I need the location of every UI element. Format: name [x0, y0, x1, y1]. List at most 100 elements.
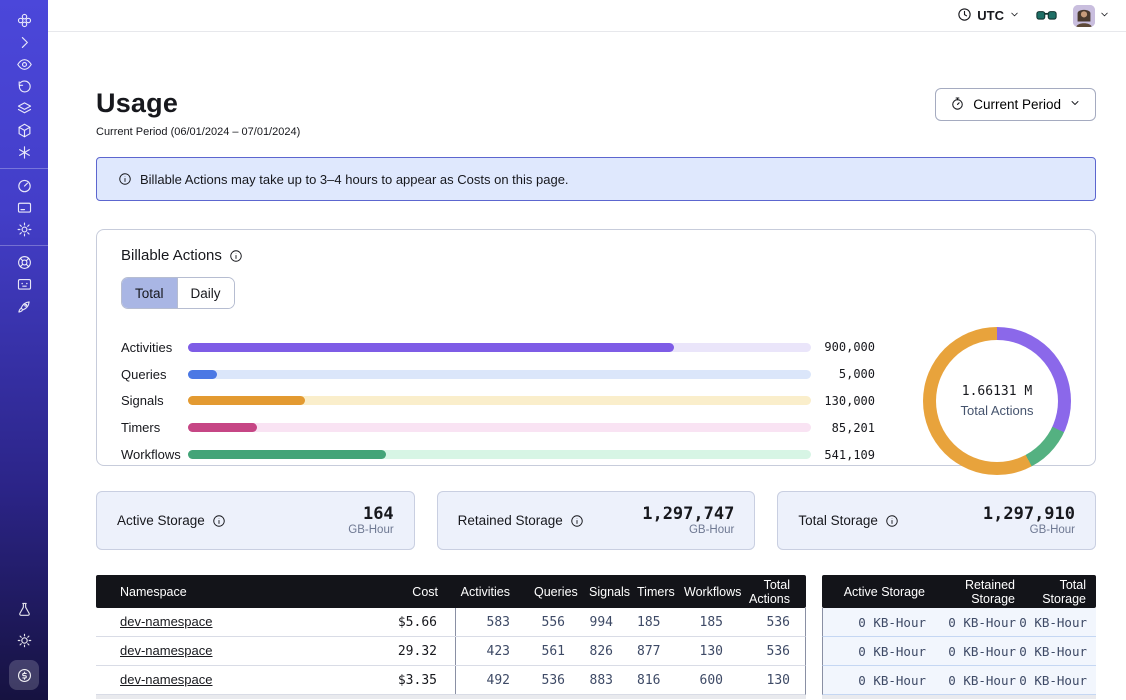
col-header-namespace: Namespace: [96, 585, 360, 599]
bar-track: [188, 343, 811, 352]
donut-center: 1.66131 M Total Actions: [936, 340, 1058, 462]
billable-actions-chart: Activities 900,000 Queries 5,000 Signals…: [121, 327, 1071, 475]
retained-storage-cell: 0 KB-Hour: [926, 644, 1016, 659]
col-header-timers: Timers: [637, 585, 684, 599]
active-storage-card: Active Storage 164 GB-Hour: [96, 491, 415, 550]
banner-text: Billable Actions may take up to 3–4 hour…: [140, 172, 569, 187]
signals-cell: 994: [589, 615, 637, 630]
namespace-link[interactable]: dev-namespace: [120, 672, 213, 687]
schedules-icon[interactable]: [7, 75, 41, 97]
workflows-cell: 600: [684, 673, 747, 688]
retained-storage-cell: 0 KB-Hour: [926, 673, 1016, 688]
bar-label: Queries: [121, 367, 188, 382]
stopwatch-icon: [950, 96, 965, 114]
storage-summary-row: Active Storage 164 GB-Hour Retained Stor…: [96, 491, 1096, 550]
feedback-monitor-icon[interactable]: [7, 273, 41, 295]
col-header-queries: Queries: [534, 585, 589, 599]
queries-cell: 556: [534, 615, 589, 630]
bar-value: 130,000: [811, 394, 875, 408]
timezone-selector[interactable]: UTC: [957, 7, 1020, 25]
sidebar-divider: [0, 245, 48, 246]
settings-gear-icon[interactable]: [7, 218, 41, 240]
deployments-cube-icon[interactable]: [7, 119, 41, 141]
col-header-total-actions: Total Actions: [747, 578, 806, 606]
storage-card-label: Total Storage: [798, 513, 878, 528]
page-subtitle: Current Period (06/01/2024 – 07/01/2024): [96, 126, 300, 138]
bar-fill: [188, 370, 217, 379]
bar-label: Activities: [121, 340, 188, 355]
getting-started-rocket-icon[interactable]: [7, 295, 41, 317]
col-header-workflows: Workflows: [684, 585, 747, 599]
col-header-total-storage: Total Storage: [1015, 578, 1096, 606]
total-actions-donut: 1.66131 M Total Actions: [923, 327, 1071, 475]
temporal-logo-icon[interactable]: [7, 9, 41, 31]
workflows-cell: 185: [684, 615, 747, 630]
period-selector-button[interactable]: Current Period: [935, 88, 1096, 121]
storage-table-header: Active Storage Retained Storage Total St…: [822, 575, 1096, 608]
namespaces-icon[interactable]: [7, 53, 41, 75]
usage-asterisk-icon[interactable]: [7, 141, 41, 163]
billing-card-icon[interactable]: [7, 196, 41, 218]
info-icon[interactable]: [570, 514, 584, 528]
billable-actions-title: Billable Actions: [121, 247, 222, 264]
bar-row-signals: Signals 130,000: [121, 388, 875, 415]
table-row: dev-namespace 29.32 423 561 826 877 130 …: [96, 637, 806, 666]
bar-label: Workflows: [121, 447, 188, 462]
bar-track: [188, 450, 811, 459]
col-header-signals: Signals: [589, 585, 637, 599]
theme-sun-icon[interactable]: [7, 629, 41, 651]
billing-coin-button[interactable]: [9, 660, 39, 690]
bar-value: 5,000: [811, 367, 875, 381]
labs-flask-icon[interactable]: [7, 598, 41, 620]
chevron-down-icon: [1099, 7, 1110, 25]
namespace-table-header: Namespace Cost Activities Queries Signal…: [96, 575, 806, 608]
expand-sidebar-icon[interactable]: [7, 31, 41, 53]
storage-card-value: 164: [348, 505, 393, 523]
layers-icon[interactable]: [7, 97, 41, 119]
sidebar-bottom-group: [7, 598, 41, 690]
chevron-down-icon: [1069, 97, 1081, 112]
cost-cell: 29.32: [360, 637, 456, 665]
bar-value: 900,000: [811, 340, 875, 354]
col-header-cost: Cost: [360, 585, 456, 599]
total-daily-toggle: Total Daily: [121, 277, 235, 309]
table-overflow-strip: [822, 695, 1096, 699]
bar-label: Signals: [121, 393, 188, 408]
namespace-link[interactable]: dev-namespace: [120, 614, 213, 629]
signals-cell: 883: [589, 673, 637, 688]
info-icon: [118, 172, 132, 186]
storage-card-unit: GB-Hour: [983, 524, 1075, 536]
timers-cell: 877: [637, 644, 684, 659]
bar-row-workflows: Workflows 541,109: [121, 441, 875, 468]
glasses-icon[interactable]: [1036, 9, 1057, 23]
cost-cell: $3.35: [360, 666, 456, 694]
namespace-table: Namespace Cost Activities Queries Signal…: [96, 575, 806, 699]
user-menu[interactable]: [1073, 5, 1110, 27]
active-storage-cell: 0 KB-Hour: [823, 673, 926, 688]
sidebar: [0, 0, 48, 700]
retained-storage-card: Retained Storage 1,297,747 GB-Hour: [437, 491, 756, 550]
queries-cell: 536: [534, 673, 589, 688]
timers-cell: 816: [637, 673, 684, 688]
info-icon[interactable]: [229, 249, 243, 263]
active-storage-cell: 0 KB-Hour: [823, 615, 926, 630]
bar-row-queries: Queries 5,000: [121, 361, 875, 388]
donut-center-label: Total Actions: [961, 403, 1034, 418]
total-actions-cell: 130: [747, 673, 806, 688]
support-lifebuoy-icon[interactable]: [7, 251, 41, 273]
info-icon[interactable]: [212, 514, 226, 528]
bar-fill: [188, 450, 386, 459]
queries-cell: 561: [534, 644, 589, 659]
bar-value: 85,201: [811, 421, 875, 435]
activities-cell: 492: [456, 673, 534, 688]
period-button-label: Current Period: [973, 97, 1061, 112]
namespace-link[interactable]: dev-namespace: [120, 643, 213, 658]
clock-icon: [957, 7, 972, 25]
tab-daily[interactable]: Daily: [177, 278, 234, 308]
col-header-activities: Activities: [456, 585, 534, 599]
total-storage-cell: 0 KB-Hour: [1016, 615, 1097, 630]
metrics-gauge-icon[interactable]: [7, 174, 41, 196]
info-icon[interactable]: [885, 514, 899, 528]
tab-total[interactable]: Total: [122, 278, 177, 308]
donut-center-value: 1.66131 M: [962, 384, 1032, 399]
